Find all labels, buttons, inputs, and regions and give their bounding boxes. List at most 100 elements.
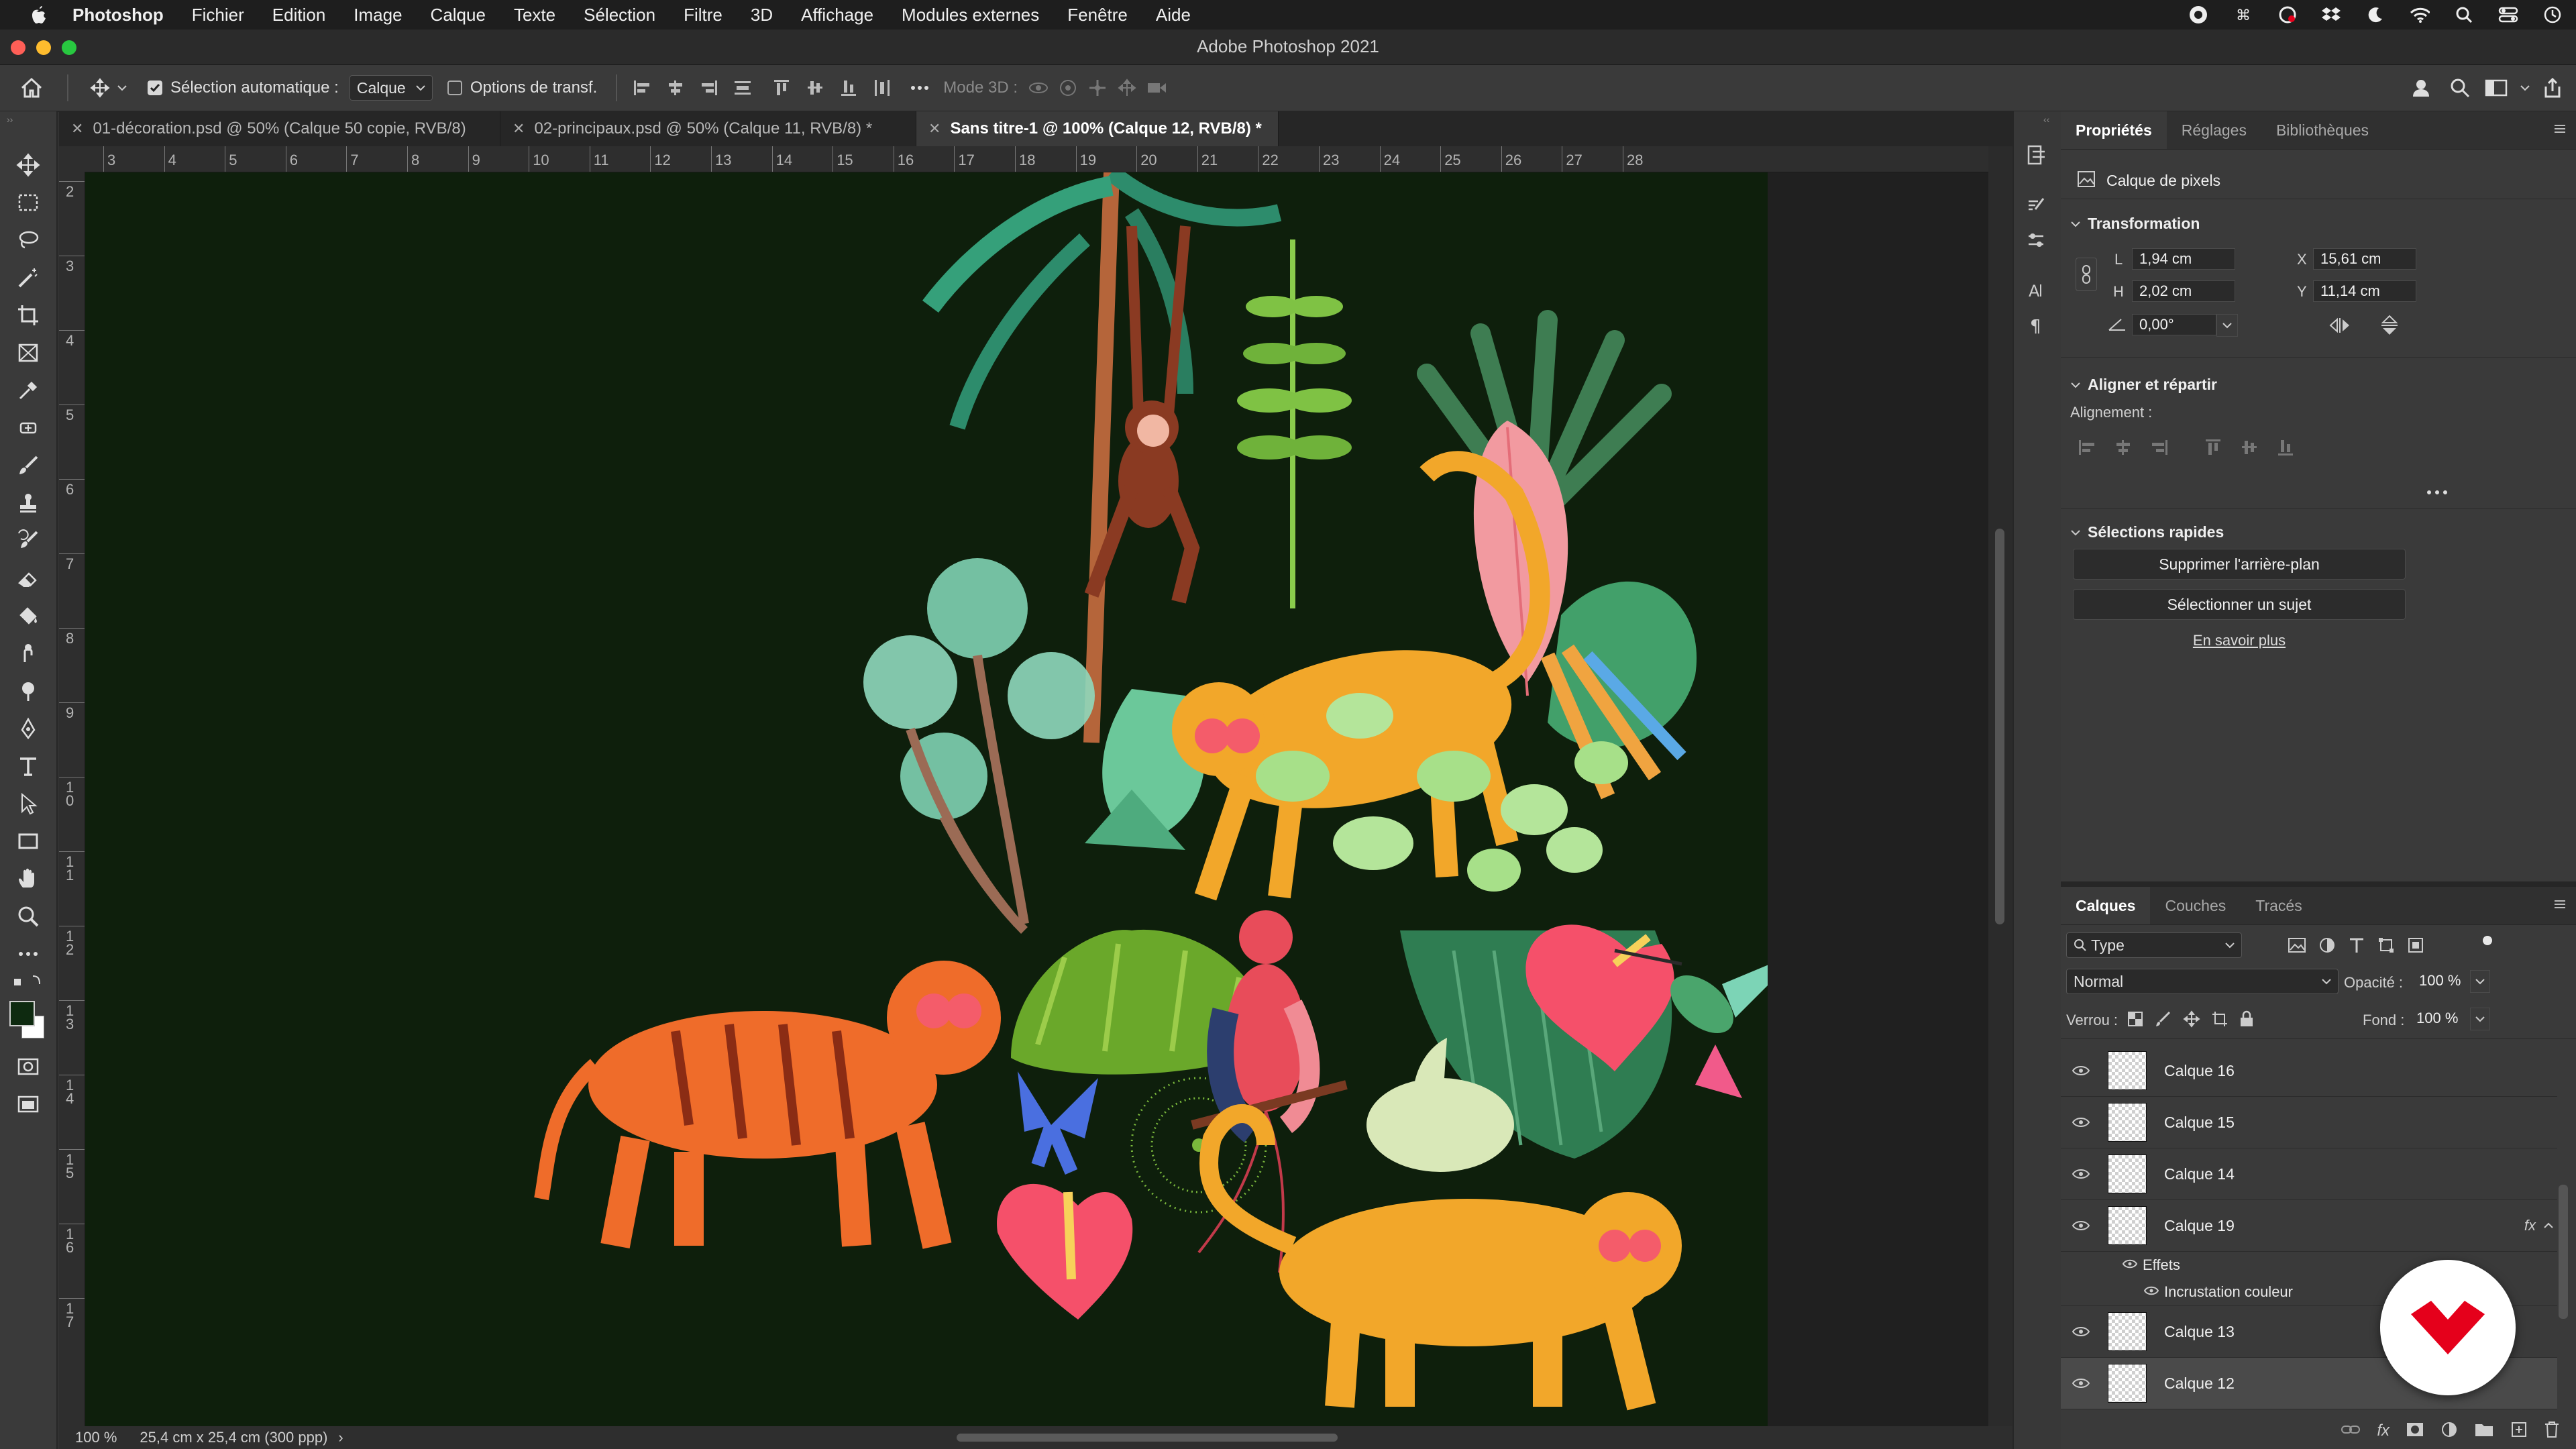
distribute-vertical-icon[interactable] [731, 76, 754, 99]
paint-bucket-tool[interactable] [12, 600, 44, 632]
menu-calque[interactable]: Calque [431, 5, 486, 25]
panel-menu-icon[interactable] [2553, 899, 2567, 913]
align-middle-icon[interactable] [804, 76, 826, 99]
share-icon[interactable] [2541, 76, 2564, 99]
filter-adjustment-icon[interactable] [2318, 936, 2336, 957]
chevron-down-icon[interactable] [115, 76, 129, 99]
workspace-icon[interactable] [2485, 76, 2508, 99]
close-tab-icon[interactable]: ✕ [928, 120, 941, 138]
filter-pixel-icon[interactable] [2288, 936, 2306, 957]
flip-horizontal-icon[interactable] [2329, 317, 2353, 337]
tab-principaux[interactable]: ✕ 02-principaux.psd @ 50% (Calque 11, RV… [500, 111, 916, 146]
menu-fichier[interactable]: Fichier [192, 5, 244, 25]
lock-all-icon[interactable] [2239, 1010, 2254, 1031]
align-top-icon[interactable] [770, 76, 793, 99]
menu-affichage[interactable]: Affichage [801, 5, 873, 25]
foreground-color-swatch[interactable] [9, 1001, 35, 1026]
command-icon[interactable]: ⌘ [2233, 5, 2253, 25]
clock-icon[interactable] [2542, 5, 2563, 25]
fill-field[interactable]: 100 % [2410, 1008, 2467, 1029]
fill-slider-toggle[interactable] [2470, 1008, 2490, 1030]
auto-select-checkbox[interactable] [148, 80, 162, 95]
new-group-icon[interactable] [2474, 1421, 2494, 1441]
paragraph-panel-icon[interactable]: ¶ [2025, 314, 2047, 337]
x-position-field[interactable]: 15,61 cm [2313, 248, 2416, 270]
visibility-eye-icon[interactable] [2061, 1378, 2101, 1389]
record-icon[interactable] [2188, 5, 2208, 25]
hand-tool[interactable] [12, 863, 44, 895]
opacity-slider-toggle[interactable] [2470, 970, 2490, 993]
move-tool-icon[interactable] [89, 76, 111, 99]
visibility-eye-icon[interactable] [2061, 1326, 2101, 1337]
search-icon[interactable] [2454, 5, 2474, 25]
flip-vertical-icon[interactable] [2380, 314, 2399, 340]
lasso-tool[interactable] [12, 224, 44, 256]
color-swatches[interactable] [9, 1001, 44, 1041]
filter-shape-icon[interactable] [2377, 936, 2395, 957]
distribute-horizontal-icon[interactable] [871, 76, 894, 99]
menu-selection[interactable]: Sélection [584, 5, 655, 25]
close-tab-icon[interactable]: ✕ [513, 120, 525, 138]
tab-layers[interactable]: Calques [2061, 887, 2151, 924]
path-selection-tool[interactable] [12, 788, 44, 820]
home-icon[interactable] [20, 76, 43, 99]
chevron-down-icon[interactable] [2518, 76, 2532, 99]
brush-settings-icon[interactable] [2025, 195, 2047, 217]
lock-pixels-icon[interactable] [2155, 1010, 2172, 1031]
lock-position-icon[interactable] [2183, 1010, 2200, 1031]
opacity-field[interactable]: 100 % [2412, 970, 2470, 991]
menu-image[interactable]: Image [354, 5, 402, 25]
dropbox-icon[interactable] [2321, 5, 2341, 25]
link-layers-icon[interactable] [2341, 1423, 2361, 1440]
menu-fenetre[interactable]: Fenêtre [1067, 5, 1128, 25]
align-left-icon[interactable] [631, 76, 653, 99]
panel-menu-icon[interactable] [2553, 123, 2567, 138]
filter-toggle-icon[interactable] [2481, 934, 2494, 951]
vertical-scrollbar[interactable] [1988, 146, 2012, 1426]
delete-layer-icon[interactable] [2544, 1421, 2560, 1442]
visibility-eye-icon[interactable] [2061, 1220, 2101, 1231]
y-position-field[interactable]: 11,14 cm [2313, 280, 2416, 302]
visibility-eye-icon[interactable] [2061, 1117, 2101, 1128]
align-middle-icon[interactable] [2239, 437, 2259, 461]
search-icon[interactable] [2449, 76, 2471, 99]
canvas-workspace[interactable] [85, 172, 1988, 1426]
panel-collapse-icon[interactable]: ‹‹ [2043, 114, 2049, 125]
close-tab-icon[interactable]: ✕ [71, 120, 83, 138]
swap-colors-icon[interactable] [12, 971, 44, 991]
align-center-h-icon[interactable] [2113, 437, 2133, 461]
menu-aide[interactable]: Aide [1156, 5, 1191, 25]
remove-background-button[interactable]: Supprimer l'arrière-plan [2073, 549, 2406, 580]
tab-decoration[interactable]: ✕ 01-décoration.psd @ 50% (Calque 50 cop… [59, 111, 500, 146]
smudge-tool[interactable] [12, 637, 44, 669]
menu-3d[interactable]: 3D [751, 5, 773, 25]
visibility-eye-icon[interactable] [2122, 1259, 2138, 1272]
transform-options-checkbox[interactable] [447, 80, 462, 95]
zoom-level[interactable]: 100 % [75, 1429, 117, 1446]
slide-3d-icon[interactable] [1116, 76, 1138, 99]
angle-dropdown[interactable] [2216, 314, 2238, 337]
eraser-tool[interactable] [12, 562, 44, 594]
scale-3d-icon[interactable] [1145, 76, 1168, 99]
pen-tool[interactable] [12, 712, 44, 745]
tab-properties[interactable]: Propriétés [2061, 111, 2167, 149]
align-bottom-icon[interactable] [2275, 437, 2296, 461]
menu-app-name[interactable]: Photoshop [72, 5, 164, 25]
add-mask-icon[interactable] [2406, 1421, 2424, 1441]
align-bottom-icon[interactable] [837, 76, 860, 99]
align-center-h-icon[interactable] [664, 76, 687, 99]
tab-adjustments[interactable]: Réglages [2167, 111, 2261, 149]
layer-row-calque-16[interactable]: Calque 16 [2061, 1045, 2557, 1097]
roll-3d-icon[interactable] [1057, 76, 1079, 99]
visibility-eye-icon[interactable] [2061, 1169, 2101, 1179]
blend-mode-dropdown[interactable]: Normal [2066, 969, 2339, 994]
orbit-3d-icon[interactable] [1027, 76, 1050, 99]
width-field[interactable]: 1,94 cm [2132, 248, 2235, 270]
brush-tool[interactable] [12, 449, 44, 482]
menu-modules-externes[interactable]: Modules externes [902, 5, 1039, 25]
layer-row-calque-15[interactable]: Calque 15 [2061, 1097, 2557, 1148]
clone-stamp-tool[interactable] [12, 487, 44, 519]
angle-field[interactable]: 0,00° [2132, 314, 2216, 335]
adjustments-panel-icon[interactable] [2025, 229, 2047, 252]
wifi-icon[interactable] [2410, 5, 2430, 25]
